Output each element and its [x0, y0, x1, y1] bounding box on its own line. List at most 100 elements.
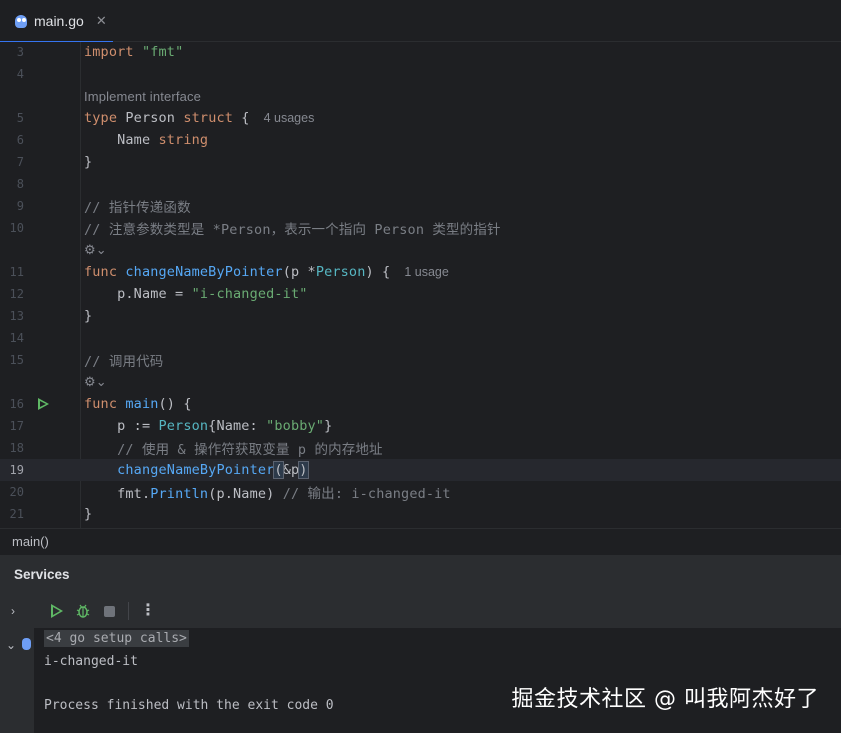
code-token: // 输出: i-changed-it	[282, 486, 451, 502]
code-line[interactable]: 10 // 注意参数类型是 *Person，表示一个指向 Person 类型的指针	[0, 217, 841, 239]
code-line[interactable]: ⚙⌄	[0, 371, 841, 393]
services-title: Services	[14, 567, 70, 582]
console-line: Process finished with the exit code 0	[44, 698, 334, 713]
code-text: ⚙⌄	[84, 242, 107, 258]
usages-hint[interactable]: 4 usages	[264, 111, 315, 125]
line-number: 11	[9, 265, 24, 279]
line-number: 9	[16, 199, 24, 213]
code-token: changeNameByPointer	[125, 264, 283, 280]
code-text: func main() {	[84, 396, 192, 412]
stop-button[interactable]	[98, 600, 120, 622]
code-token: import	[84, 44, 134, 60]
setup-calls-fold[interactable]: <4 go setup calls>	[44, 630, 189, 647]
code-text: // 调用代码	[84, 350, 163, 370]
code-token: string	[158, 132, 209, 148]
code-text: // 指针传递函数	[84, 196, 191, 216]
run-button[interactable]	[46, 600, 68, 622]
line-number: 12	[9, 287, 24, 301]
code-line[interactable]: 16 func main() {	[0, 393, 841, 415]
code-line[interactable]: 17 p := Person{Name: "bobby"}	[0, 415, 841, 437]
inlay-hint[interactable]: ⚙⌄	[84, 242, 107, 258]
editor-tab-bar: main.go ✕	[0, 0, 841, 43]
code-line[interactable]: 20 fmt.Println(p.Name) // 输出: i-changed-…	[0, 481, 841, 503]
line-number: 21	[9, 507, 24, 521]
code-line[interactable]: 21}	[0, 503, 841, 525]
close-icon[interactable]: ✕	[96, 13, 107, 29]
debug-button[interactable]	[72, 600, 94, 622]
code-text: ⚙⌄	[84, 374, 107, 390]
code-line[interactable]: 5 type Person struct {4 usages	[0, 107, 841, 129]
code-token: {	[233, 110, 250, 126]
code-token: p :=	[84, 418, 159, 434]
code-line[interactable]: 12 p.Name = "i-changed-it"	[0, 283, 841, 305]
inlay-hint[interactable]: Implement interface	[84, 89, 201, 104]
code-token: Println	[150, 486, 209, 502]
chevron-right-icon[interactable]: ›	[11, 604, 15, 618]
more-options-button[interactable]: ⋮	[137, 600, 159, 622]
code-line[interactable]: 3 import "fmt"	[0, 42, 841, 63]
chevron-down-icon[interactable]: ⌄	[6, 638, 16, 652]
code-line[interactable]: 6 Name string	[0, 129, 841, 151]
line-number: 15	[9, 353, 24, 367]
code-line[interactable]: 8	[0, 173, 841, 195]
code-token: func	[84, 396, 118, 412]
code-token: ) {	[365, 264, 391, 280]
tab-main-go[interactable]: main.go ✕	[0, 0, 113, 43]
usages-hint[interactable]: 1 usage	[404, 265, 448, 279]
code-line[interactable]: 15 // 调用代码	[0, 349, 841, 371]
line-number: 5	[16, 111, 24, 125]
code-text: // 注意参数类型是 *Person，表示一个指向 Person 类型的指针	[84, 218, 501, 238]
code-token: "fmt"	[141, 44, 184, 60]
code-token: // 使用 & 操作符获取变量 p 的内存地址	[84, 442, 383, 458]
code-text: fmt.Println(p.Name) // 输出: i-changed-it	[84, 482, 451, 502]
code-line[interactable]: Implement interface	[0, 85, 841, 107]
code-text: import "fmt"	[84, 44, 183, 60]
code-text: Name string	[84, 132, 208, 148]
code-line[interactable]: 4	[0, 63, 841, 85]
line-number: 10	[9, 221, 24, 235]
line-number: 13	[9, 309, 24, 323]
services-panel-title: Services	[0, 554, 841, 594]
breadcrumb-item-main[interactable]: main()	[12, 534, 49, 549]
go-file-icon	[14, 13, 28, 29]
code-token: (p *	[282, 264, 316, 280]
code-token: }	[84, 154, 93, 170]
code-token: main	[125, 396, 159, 412]
run-gutter-icon[interactable]	[38, 398, 49, 410]
code-line[interactable]: 9 // 指针传递函数	[0, 195, 841, 217]
line-number: 7	[16, 155, 24, 169]
code-token: changeNameByPointer	[117, 462, 275, 478]
code-line[interactable]: 19 changeNameByPointer(&p)	[0, 459, 841, 481]
code-editor[interactable]: 3 import "fmt" 4 Implement interface 5 type P…	[0, 42, 841, 528]
code-line[interactable]: 11 func changeNameByPointer(p *Person) {1…	[0, 261, 841, 283]
code-token: Person	[158, 418, 209, 434]
tab-title: main.go	[34, 13, 84, 29]
code-line[interactable]: 18 // 使用 & 操作符获取变量 p 的内存地址	[0, 437, 841, 459]
more-icon: ⋮	[140, 602, 156, 619]
code-token: (p.Name)	[208, 486, 283, 502]
line-number: 16	[9, 397, 24, 411]
code-token: func	[84, 264, 118, 280]
line-number: 19	[9, 463, 24, 477]
line-number: 20	[9, 485, 24, 499]
code-line[interactable]: ⚙⌄	[0, 239, 841, 261]
code-token: }	[84, 308, 93, 324]
code-token: Name	[84, 132, 159, 148]
code-text: Implement interface	[84, 89, 201, 104]
services-toolbar: ⋮	[34, 594, 841, 628]
go-run-config-icon[interactable]	[22, 637, 32, 651]
code-token: struct	[183, 110, 234, 126]
inlay-hint[interactable]: ⚙⌄	[84, 374, 107, 390]
code-line[interactable]: 14	[0, 327, 841, 349]
code-token: p.Name =	[84, 286, 192, 302]
code-token: // 注意参数类型是 *Person，表示一个指向 Person 类型的指针	[84, 222, 501, 238]
code-line[interactable]: 7}	[0, 151, 841, 173]
code-line[interactable]: 13}	[0, 305, 841, 327]
code-token: Person	[117, 110, 184, 126]
code-token: &p	[282, 462, 300, 478]
breadcrumb[interactable]: main()	[0, 528, 841, 554]
code-token: type	[84, 110, 118, 126]
line-number: 17	[9, 419, 24, 433]
